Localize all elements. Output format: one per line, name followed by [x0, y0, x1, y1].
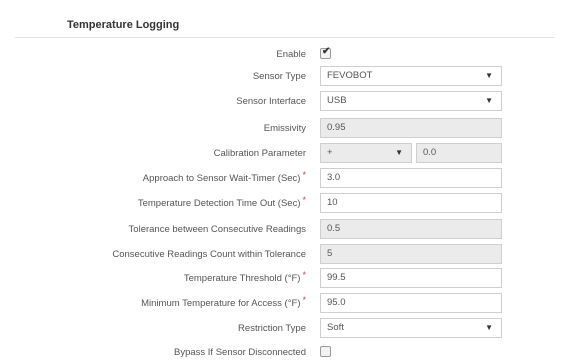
required-marker: *: [302, 170, 306, 180]
sensor-type-select[interactable]: FEVOBOT ▼: [320, 66, 502, 86]
tolerance-label: Tolerance between Consecutive Readings: [128, 224, 306, 235]
detection-timeout-input[interactable]: 10: [320, 193, 502, 213]
temperature-logging-panel: Temperature Logging Enable ✔ Sensor Type…: [0, 0, 572, 360]
sensor-type-row: Sensor Type FEVOBOT ▼: [0, 66, 572, 88]
readings-count-input: 5: [320, 244, 502, 264]
threshold-label: Temperature Threshold (°F) *: [183, 270, 306, 284]
section-header: Temperature Logging: [15, 10, 555, 38]
sensor-type-label: Sensor Type: [252, 71, 306, 82]
threshold-label-text: Temperature Threshold (°F): [183, 273, 301, 284]
required-marker: *: [302, 295, 306, 305]
enable-label: Enable: [276, 49, 306, 60]
tolerance-input: 0.5: [320, 219, 502, 239]
chevron-down-icon: ▼: [485, 71, 493, 80]
min-temp-label-text: Minimum Temperature for Access (°F): [141, 298, 301, 309]
min-temp-row: Minimum Temperature for Access (°F) * 95.…: [0, 293, 572, 315]
approach-timer-label-text: Approach to Sensor Wait-Timer (Sec): [142, 173, 301, 184]
calibration-row: Calibration Parameter + ▼ 0.0: [0, 143, 572, 165]
sensor-type-value: FEVOBOT: [327, 70, 373, 81]
threshold-input[interactable]: 99.5: [320, 268, 502, 288]
enable-checkbox[interactable]: ✔: [320, 46, 331, 59]
threshold-row: Temperature Threshold (°F) * 99.5: [0, 268, 572, 290]
bypass-checkbox[interactable]: [320, 346, 331, 357]
approach-timer-label: Approach to Sensor Wait-Timer (Sec) *: [142, 170, 306, 184]
emissivity-label: Emissivity: [263, 123, 306, 134]
calibration-value-input: 0.0: [416, 143, 502, 163]
chevron-down-icon: ▼: [485, 323, 493, 332]
restriction-type-value: Soft: [327, 322, 344, 333]
sensor-interface-select[interactable]: USB ▼: [320, 91, 502, 111]
calibration-operator-value: +: [327, 147, 333, 158]
calibration-operator-select: + ▼: [320, 143, 412, 163]
detection-timeout-label-text: Temperature Detection Time Out (Sec): [137, 198, 301, 209]
detection-timeout-label: Temperature Detection Time Out (Sec) *: [137, 195, 306, 209]
emissivity-row: Emissivity 0.95: [0, 118, 572, 140]
restriction-type-select[interactable]: Soft ▼: [320, 318, 502, 338]
readings-count-row: Consecutive Readings Count within Tolera…: [0, 244, 572, 266]
chevron-down-icon: ▼: [395, 148, 403, 157]
approach-timer-input[interactable]: 3.0: [320, 168, 502, 188]
min-temp-input[interactable]: 95.0: [320, 293, 502, 313]
readings-count-label: Consecutive Readings Count within Tolera…: [112, 249, 306, 260]
bypass-row: Bypass If Sensor Disconnected: [0, 342, 572, 364]
restriction-type-label: Restriction Type: [238, 323, 306, 334]
enable-row: Enable ✔: [0, 44, 572, 66]
calibration-label: Calibration Parameter: [213, 148, 306, 159]
sensor-interface-label: Sensor Interface: [236, 96, 306, 107]
required-marker: *: [302, 195, 306, 205]
bypass-label: Bypass If Sensor Disconnected: [173, 347, 306, 358]
tolerance-row: Tolerance between Consecutive Readings 0…: [0, 219, 572, 241]
checkmark-icon: ✔: [322, 46, 331, 57]
approach-timer-row: Approach to Sensor Wait-Timer (Sec) * 3.0: [0, 168, 572, 190]
chevron-down-icon: ▼: [485, 96, 493, 105]
section-title: Temperature Logging: [67, 19, 180, 31]
detection-timeout-row: Temperature Detection Time Out (Sec) * 10: [0, 193, 572, 215]
required-marker: *: [302, 270, 306, 280]
sensor-interface-row: Sensor Interface USB ▼: [0, 91, 572, 113]
sensor-interface-value: USB: [327, 95, 347, 106]
min-temp-label: Minimum Temperature for Access (°F) *: [141, 295, 306, 309]
emissivity-input: 0.95: [320, 118, 502, 138]
restriction-type-row: Restriction Type Soft ▼: [0, 318, 572, 340]
